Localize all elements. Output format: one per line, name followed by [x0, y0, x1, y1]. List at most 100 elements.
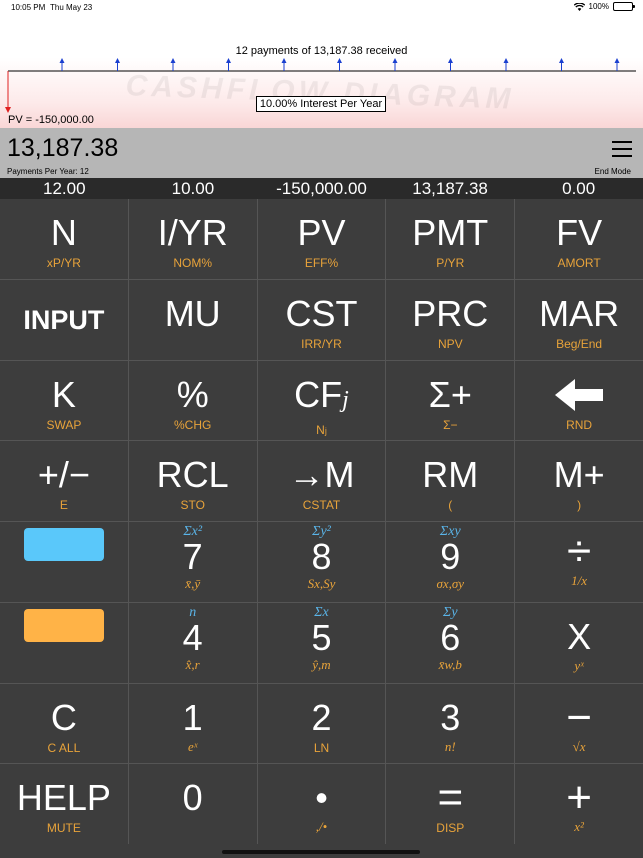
two-key[interactable]: 2 LN [257, 683, 386, 764]
key-shift-label: NPV [437, 336, 463, 351]
iyr-key[interactable]: I/YR NOM% [128, 199, 257, 279]
nine-key[interactable]: Σxy 9 σx,σy [386, 522, 515, 602]
payment-arrow [281, 58, 287, 71]
k-key[interactable]: K SWAP [0, 360, 128, 441]
three-key[interactable]: 3 n! [386, 683, 515, 764]
wifi-icon [573, 2, 585, 11]
key-shift-label: n! [444, 738, 456, 754]
register-strip: 12.00 10.00 -150,000.00 13,187.38 0.00 [0, 178, 643, 199]
input-key[interactable]: INPUT [0, 279, 128, 360]
eight-key[interactable]: Σy² 8 Sx,Sy [257, 522, 386, 602]
cst-key[interactable]: CST IRR/YR [257, 279, 386, 360]
key-label: 5 [311, 616, 332, 658]
key-shift-label: CSTAT [302, 498, 341, 513]
key-shift-label: ,/• [315, 819, 328, 835]
rcl-key[interactable]: RCL STO [128, 441, 257, 521]
key-shift-label: xP/YR [46, 256, 81, 270]
battery-percent: 100% [588, 2, 609, 11]
register-fv: 0.00 [562, 179, 596, 198]
key-label: 2 [311, 696, 332, 738]
key-label: CFj [294, 373, 349, 415]
register-pmt: 13,187.38 [412, 179, 488, 198]
key-shift-label: x² [574, 819, 584, 835]
pv-key[interactable]: PV EFF% [257, 199, 386, 279]
hamburger-menu-icon[interactable] [612, 141, 632, 157]
backspace-key[interactable]: RND [515, 360, 643, 441]
fv-key[interactable]: FV AMORT [515, 199, 643, 279]
key-shift-label: ŷ,m [312, 656, 331, 672]
minus-key[interactable]: − √x [515, 683, 643, 764]
key-shift-label: EFF% [304, 256, 339, 270]
key-label: →M [288, 454, 355, 496]
zero-key[interactable]: 0 [128, 764, 257, 844]
key-label: N [50, 212, 77, 253]
key-label: MAR [539, 292, 620, 334]
blue-shift-swatch [23, 528, 104, 561]
divide-key[interactable]: ÷ 1/x [515, 522, 643, 602]
status-time: 10:05 PM [11, 3, 46, 12]
one-key[interactable]: 1 eˣ [128, 683, 257, 764]
key-label: 4 [182, 616, 203, 658]
key-shift-label: SWAP [46, 417, 82, 432]
register-pv: -150,000.00 [276, 179, 367, 198]
home-indicator [0, 844, 643, 858]
mar-key[interactable]: MAR Beg/End [515, 279, 643, 360]
key-label: 9 [440, 536, 461, 577]
key-shift-label: STO [180, 498, 205, 513]
rm-key[interactable]: RM ( [386, 441, 515, 521]
plus-key[interactable]: + x² [515, 764, 643, 844]
key-shift-label: 1/x [571, 573, 588, 588]
cfj-key[interactable]: CFj Nj [257, 360, 386, 441]
percent-key[interactable]: % %CHG [128, 360, 257, 441]
m-plus-key[interactable]: M+) [515, 441, 643, 521]
key-label: MU [164, 292, 221, 334]
pmt-key[interactable]: PMT P/YR [386, 199, 515, 279]
key-shift-label: Sx,Sy [307, 576, 336, 591]
prc-key[interactable]: PRC NPV [386, 279, 515, 360]
to-memory-key[interactable]: →M CSTAT [257, 441, 386, 521]
key-shift-label: RND [566, 417, 593, 432]
key-label: I/YR [157, 212, 228, 253]
key-shift-label: eˣ [187, 738, 198, 754]
key-label: INPUT [23, 304, 105, 335]
orange-shift-key[interactable] [0, 602, 128, 683]
payment-arrow [559, 58, 564, 71]
key-shift-label: MUTE [46, 821, 81, 836]
pv-label: PV = -150,000.00 [8, 114, 94, 126]
key-label: RCL [156, 454, 229, 496]
key-label: HELP [16, 777, 111, 819]
sigma-plus-key[interactable]: Σ+ Σ− [386, 360, 515, 441]
key-label: +/− [37, 454, 90, 496]
key-shift-label: P/YR [436, 256, 465, 270]
five-key[interactable]: Σx 5 ŷ,m [257, 602, 386, 683]
blue-shift-key[interactable] [0, 522, 128, 602]
key-shift-label: LN [313, 740, 330, 755]
key-label: 8 [311, 536, 332, 577]
register-iyr: 10.00 [171, 179, 215, 198]
multiply-key[interactable]: Xyˣ [515, 602, 643, 683]
n-key[interactable]: NxP/YR [0, 199, 128, 279]
payment-arrow [170, 58, 176, 71]
help-key[interactable]: HELP MUTE [0, 764, 128, 844]
key-shift-label: %CHG [174, 417, 212, 432]
key-shift-label: E [59, 498, 68, 513]
clear-key[interactable]: C C ALL [0, 683, 128, 764]
payment-mode: End Mode [594, 167, 631, 176]
six-key[interactable]: Σy 6 x̄w,b [386, 602, 515, 683]
plus-minus-key[interactable]: +/− E [0, 441, 128, 521]
key-label: PV [297, 212, 346, 253]
seven-key[interactable]: Σx² 7 x̄,ȳ [128, 522, 257, 602]
key-shift-label: √x [572, 738, 586, 754]
equals-key[interactable]: = DISP [386, 764, 515, 844]
four-key[interactable]: n 4 x̂,r [128, 602, 257, 683]
decimal-key[interactable]: • ,/• [257, 764, 386, 844]
register-n: 12.00 [43, 179, 86, 198]
key-shift-label: x̂,r [185, 656, 200, 672]
key-label: Σ+ [428, 373, 472, 415]
payments-per-year: Payments Per Year: 12 [7, 167, 89, 176]
key-shift-label: ( [448, 498, 453, 513]
key-shift-label: ) [577, 498, 582, 513]
key-label: 3 [440, 696, 461, 738]
mu-key[interactable]: MU [128, 279, 257, 360]
key-label: K [51, 373, 76, 415]
